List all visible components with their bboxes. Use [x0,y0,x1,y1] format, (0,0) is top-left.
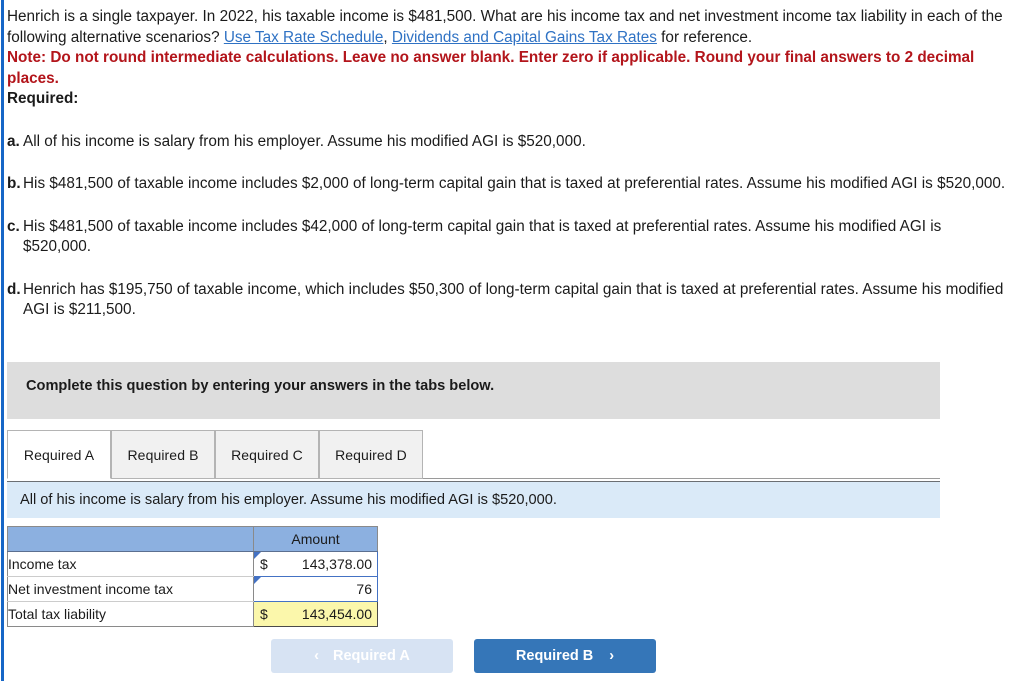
scenario-item-c: c. His $481,500 of taxable income includ… [7,217,1016,258]
scenario-list: a. All of his income is salary from his … [0,132,1024,321]
scenario-item-b: b. His $481,500 of taxable income includ… [7,174,1016,195]
note-text: Note: Do not round intermediate calculat… [7,49,975,87]
currency-symbol: $ [260,606,268,622]
chevron-right-icon: › [609,648,615,664]
currency-symbol: $ [260,556,268,572]
scenario-text: All of his income is salary from his emp… [23,132,586,150]
complete-question-text: Complete this question by entering your … [26,378,495,394]
tab-required-b[interactable]: Required B [111,430,215,479]
row-label-net-investment-income-tax: Net investment income tax [7,576,254,602]
row-label-total-tax-liability: Total tax liability [7,601,254,627]
table-row: Net investment income tax 76 [7,576,378,602]
question-intro: Henrich is a single taxpayer. In 2022, h… [7,7,1016,48]
column-header-blank [7,526,254,552]
chevron-left-icon: ‹ [314,648,320,664]
question-page: Henrich is a single taxpayer. In 2022, h… [0,0,1024,681]
scenario-bullet: c. [7,217,20,235]
next-button-label: Required B [515,648,594,664]
comment-marker-icon [254,577,261,584]
tab-label: Required D [335,446,407,463]
scenario-text: His $481,500 of taxable income includes … [23,217,942,256]
next-required-b-button[interactable]: Required B › [474,639,656,673]
tax-rate-schedule-link[interactable]: Use Tax Rate Schedule [224,29,384,46]
table-row: Total tax liability $ 143,454.00 [7,601,378,627]
tab-required-a[interactable]: Required A [7,430,111,479]
tab-required-c[interactable]: Required C [215,430,319,479]
scenario-bullet: b. [7,175,21,192]
total-tax-liability-value: 143,454.00 [301,606,372,622]
question-header: Henrich is a single taxpayer. In 2022, h… [0,0,1024,110]
net-investment-income-tax-value[interactable]: 76 [260,581,372,597]
answer-table: Amount Income tax $ 143,378.00 Net inves… [7,526,378,627]
link-separator: , [383,28,392,46]
required-label: Required: [7,90,79,107]
active-tab-instruction-text: All of his income is salary from his emp… [20,492,557,508]
tab-label: Required A [23,446,95,463]
net-investment-income-tax-input-cell[interactable]: 76 [253,576,378,602]
column-header-amount: Amount [253,526,378,552]
question-intro-tail: for reference. [656,28,753,46]
income-tax-input-cell[interactable]: $ 143,378.00 [253,551,378,577]
tab-label: Required C [231,446,303,463]
scenario-bullet: a. [7,132,20,150]
tab-required-d[interactable]: Required D [319,430,423,479]
navigation-buttons: ‹ Required A Required B › [0,639,1024,675]
scenario-item-a: a. All of his income is salary from his … [7,132,1016,153]
row-label-income-tax: Income tax [7,551,254,577]
scenario-text: His $481,500 of taxable income includes … [23,175,1006,192]
tab-label: Required B [127,446,199,463]
table-row: Income tax $ 143,378.00 [7,551,378,577]
scenario-bullet: d. [7,280,21,298]
dividends-capital-gains-link[interactable]: Dividends and Capital Gains Tax Rates [392,29,657,46]
income-tax-value[interactable]: 143,378.00 [268,556,372,572]
complete-question-bar: Complete this question by entering your … [7,362,940,419]
scenario-item-d: d. Henrich has $195,750 of taxable incom… [7,280,1016,321]
scenario-text: Henrich has $195,750 of taxable income, … [23,280,1004,319]
prev-button-label: Required A [333,648,410,664]
active-tab-instruction-bar: All of his income is salary from his emp… [7,481,940,518]
total-tax-liability-cell: $ 143,454.00 [253,601,378,627]
prev-required-a-button[interactable]: ‹ Required A [271,639,453,673]
table-header-row: Amount [7,526,378,552]
comment-marker-icon [254,552,261,559]
tab-strip: Required A Required B Required C Require… [7,430,940,480]
